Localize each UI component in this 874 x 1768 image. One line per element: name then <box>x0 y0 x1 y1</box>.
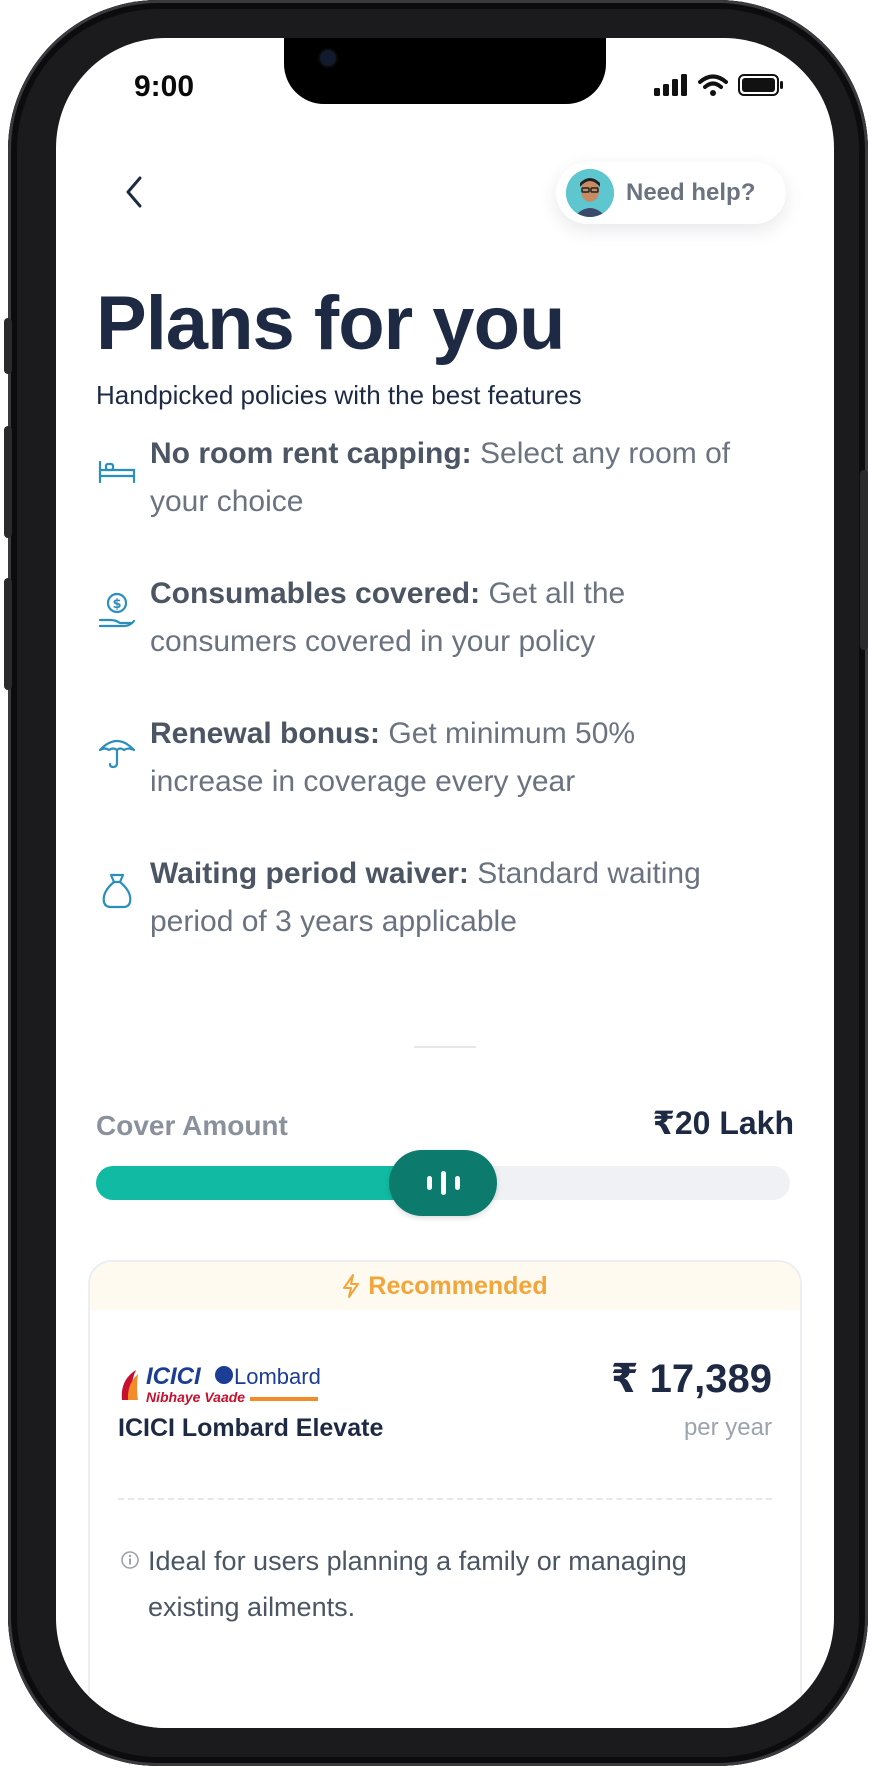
battery-icon <box>738 74 783 96</box>
signal-icon <box>654 74 687 96</box>
status-icons <box>654 74 784 96</box>
phone-frame: 9:00 Need help? Plans for you Handpicked… <box>4 0 868 1766</box>
logo-tagline: Nibhaye Vaade <box>146 1389 245 1405</box>
feature-title: Renewal bonus: <box>150 717 381 750</box>
feature-text: No room rent capping: Select any room of… <box>150 430 740 526</box>
cover-slider-thumb[interactable] <box>389 1150 497 1216</box>
umbrella-icon <box>98 739 136 769</box>
bed-icon <box>98 460 136 484</box>
camera <box>320 50 336 66</box>
lightning-icon <box>343 1274 360 1298</box>
recommended-label: Recommended <box>368 1271 548 1300</box>
wifi-icon <box>698 74 728 96</box>
svg-text:$: $ <box>112 597 121 612</box>
section-divider <box>414 1046 476 1048</box>
insurer-logo: ICICI Lombard Nibhaye Vaade <box>118 1360 338 1408</box>
grip-line <box>426 1176 432 1190</box>
need-help-button[interactable]: Need help? <box>556 162 786 224</box>
back-button[interactable] <box>110 168 158 216</box>
grip-line <box>454 1176 460 1190</box>
notch <box>284 38 606 104</box>
logo-brand: ICICI <box>146 1363 202 1390</box>
feature-text: Consumables covered: Get all the consume… <box>150 570 740 666</box>
avatar <box>566 169 614 217</box>
feature-title: Consumables covered: <box>150 577 481 610</box>
side-button <box>4 578 12 690</box>
info-icon <box>121 1551 139 1569</box>
chevron-left-icon <box>126 176 142 208</box>
feature-title: Waiting period waiver: <box>150 857 469 890</box>
feature-text: Renewal bonus: Get minimum 50% increase … <box>150 710 740 806</box>
need-help-label: Need help? <box>626 179 756 206</box>
plan-info-text: Ideal for users planning a family or man… <box>148 1546 687 1622</box>
cover-amount-value: ₹20 Lakh <box>652 1105 794 1141</box>
page-subtitle: Handpicked policies with the best featur… <box>96 380 582 410</box>
money-bag-icon <box>102 873 132 909</box>
logo-brand-secondary: Lombard <box>234 1364 321 1389</box>
card-divider <box>118 1498 772 1500</box>
status-time: 9:00 <box>134 70 195 103</box>
plan-price: ₹ 17,389 <box>610 1357 772 1401</box>
plan-name: ICICI Lombard Elevate <box>118 1414 384 1442</box>
grip-line <box>440 1171 446 1195</box>
plan-card[interactable]: Recommended ICICI Lombard Nibhaye Vaade … <box>88 1260 802 1728</box>
recommended-banner: Recommended <box>90 1262 800 1310</box>
money-hand-icon: $ <box>98 592 136 628</box>
side-button <box>4 426 12 538</box>
feature-text: Waiting period waiver: Standard waiting … <box>150 850 740 946</box>
price-period: per year <box>683 1414 772 1441</box>
side-button <box>4 318 12 374</box>
feature-title: No room rent capping: <box>150 437 472 470</box>
screen: 9:00 Need help? Plans for you Handpicked… <box>56 38 834 1728</box>
page-title: Plans for you <box>96 281 565 366</box>
side-button <box>860 470 868 650</box>
cover-amount-label: Cover Amount <box>96 1110 288 1141</box>
